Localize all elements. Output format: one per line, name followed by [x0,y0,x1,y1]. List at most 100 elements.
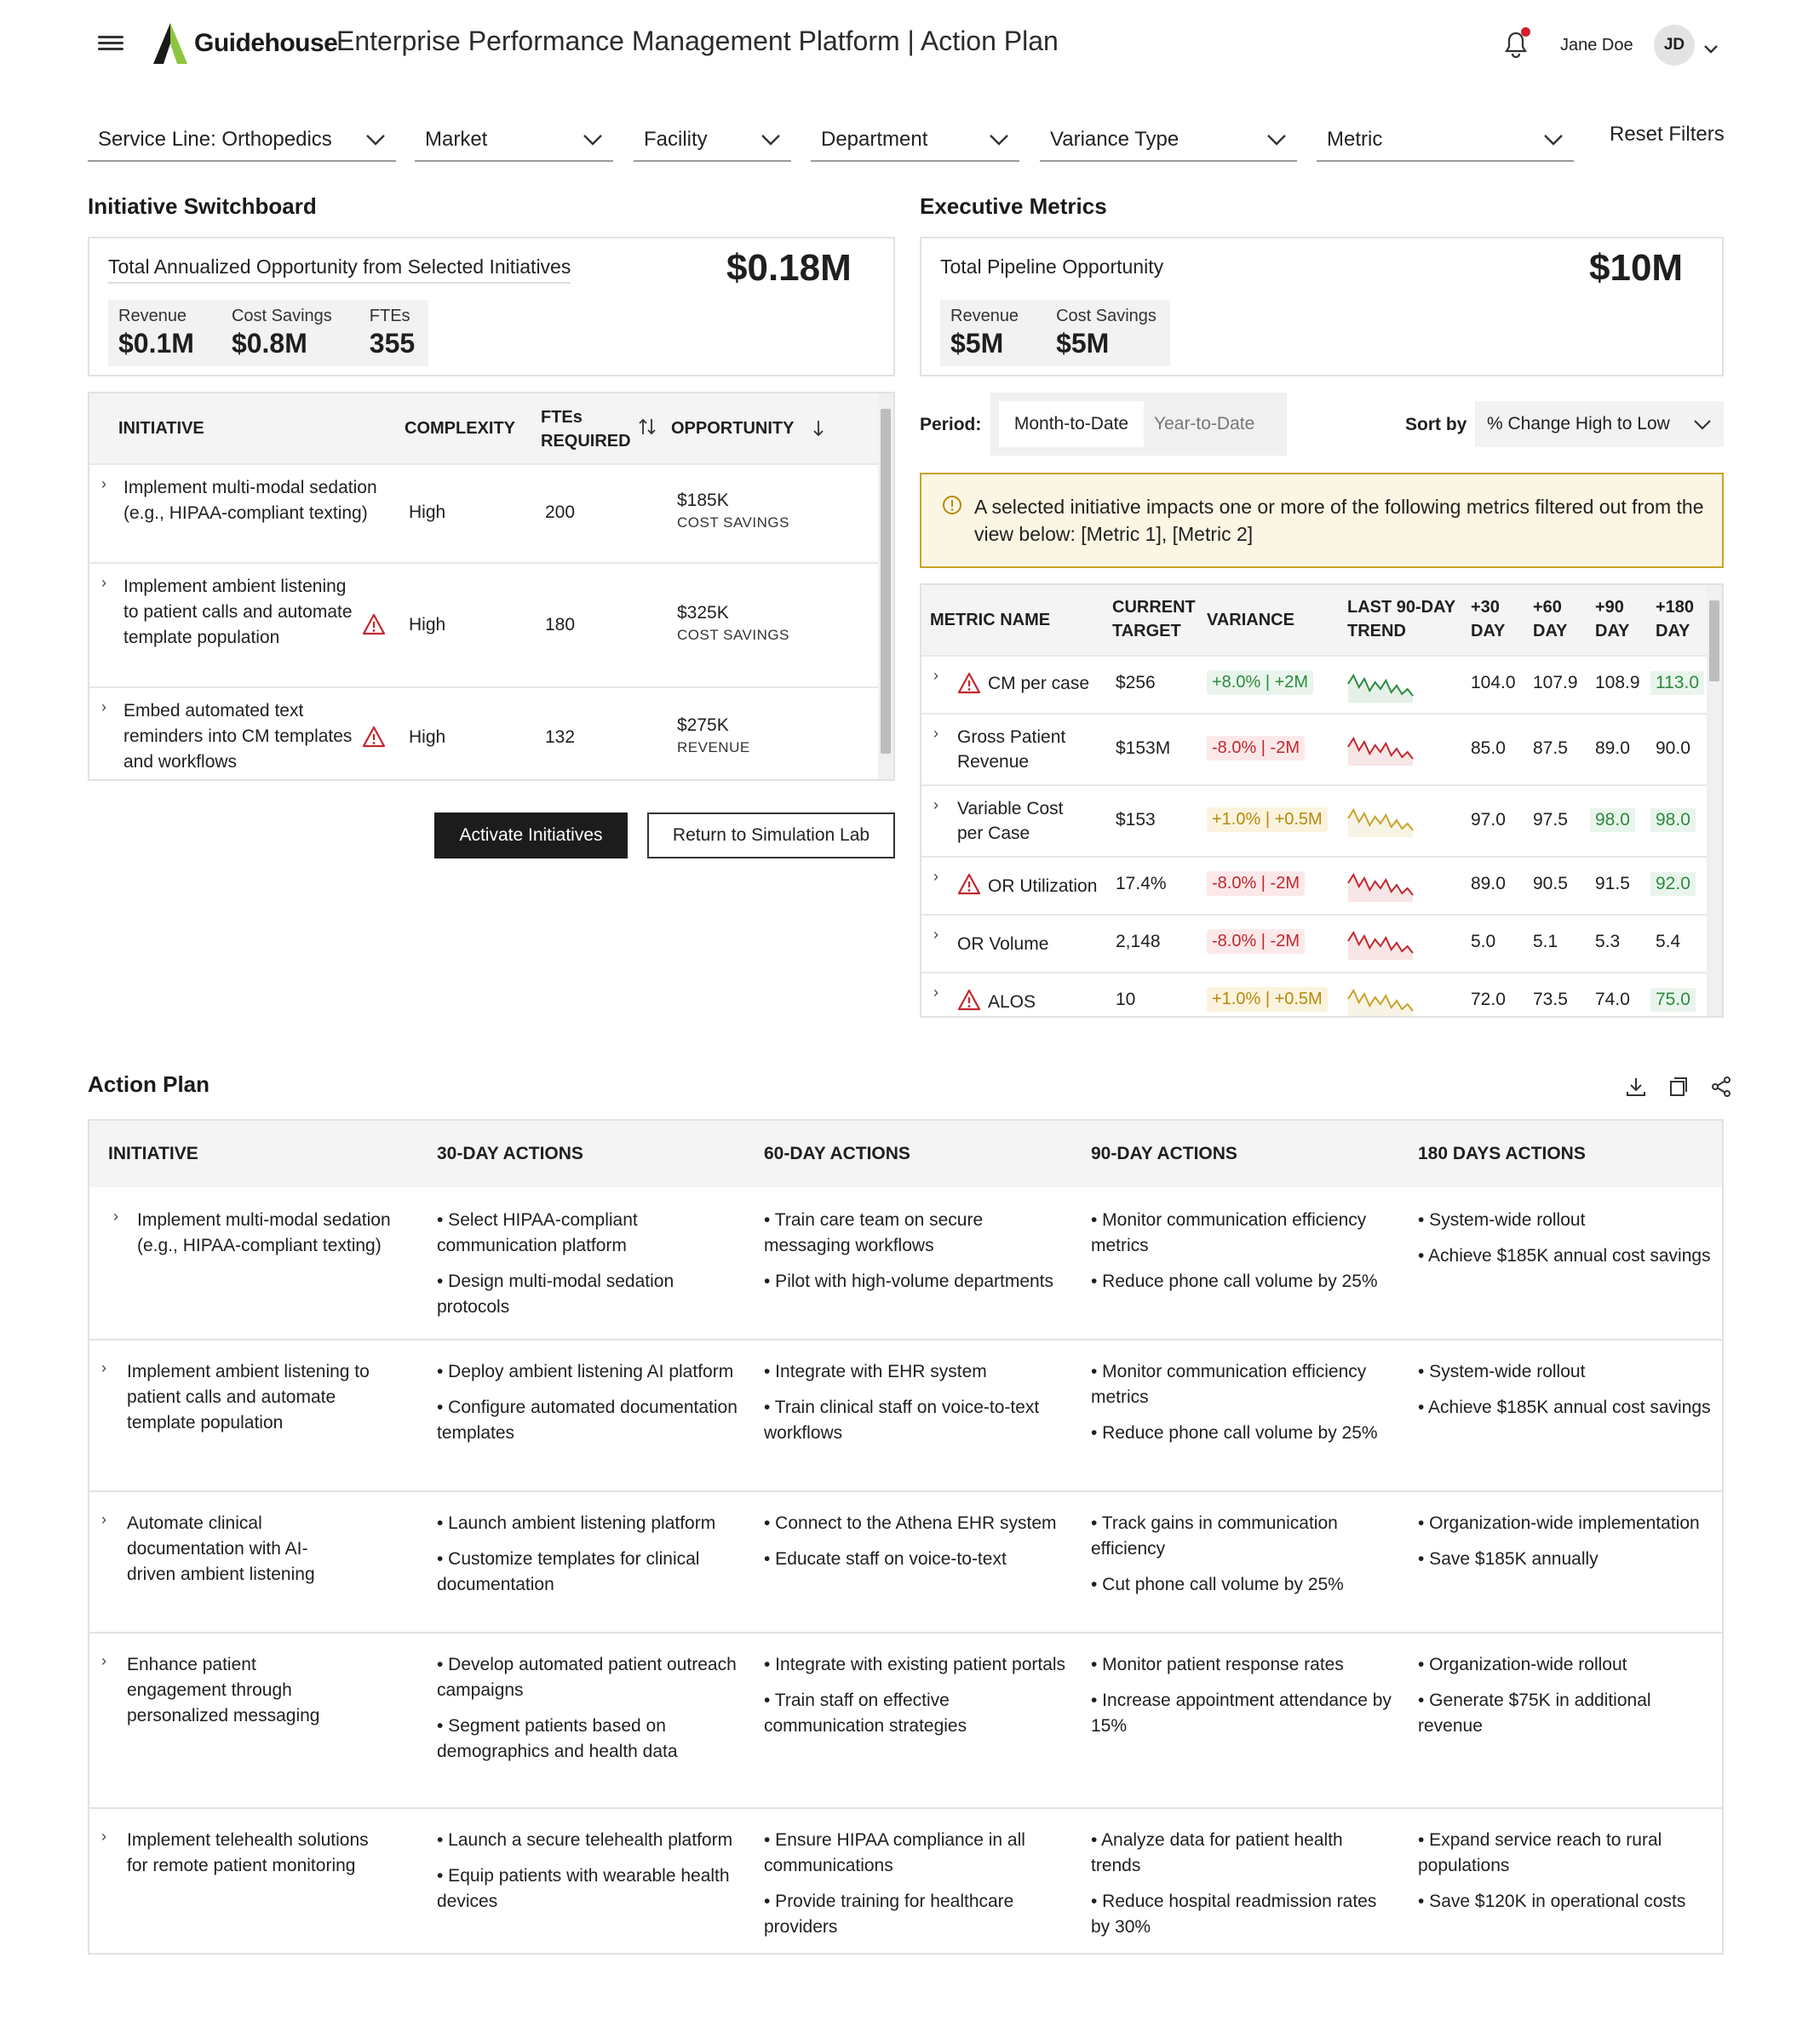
col-initiative[interactable]: INITIATIVE [118,419,204,439]
return-to-simulation-lab-button[interactable]: Return to Simulation Lab [647,812,895,858]
table-row[interactable]: › Automate clinical documentation with A… [89,1490,1722,1632]
chevron-right-icon[interactable]: › [933,725,938,743]
col-opportunity[interactable]: OPPORTUNITY [671,419,794,439]
col-plus-30-day[interactable]: +30 DAY [1471,595,1522,643]
chevron-right-icon[interactable]: › [101,1652,106,1670]
filter-service-line[interactable]: Service Line: Orthopedics [88,119,396,162]
user-name[interactable]: Jane Doe [1560,36,1633,55]
forecast-90: 108.9 [1595,673,1640,692]
share-icon[interactable] [1709,1075,1733,1099]
chevron-down-icon [990,135,1008,146]
chevron-right-icon[interactable]: › [101,1359,106,1377]
col-metric-name[interactable]: METRIC NAME [930,608,1050,632]
sort-by-select[interactable]: % Change High to Low [1475,401,1724,447]
trend-sparkline [1347,988,1414,1016]
table-row[interactable]: › Embed automated text reminders into CM… [89,686,880,779]
brand-name: Guidehouse [194,29,338,57]
alert-text: A selected initiative impacts one or mor… [974,496,1704,545]
chevron-right-icon[interactable]: › [101,1511,106,1529]
chevron-right-icon[interactable]: › [101,698,106,716]
col-variance[interactable]: VARIANCE [1207,608,1294,632]
chevron-right-icon[interactable]: › [113,1208,118,1226]
complexity: High [409,615,446,634]
filter-market[interactable]: Market [415,119,613,162]
forecast-30: 89.0 [1471,874,1506,893]
table-row[interactable]: › OR Volume 2,148 -8.0% | -2M 5.0 5.1 5.… [921,914,1708,972]
chevron-right-icon[interactable]: › [933,926,938,944]
table-row[interactable]: › Implement multi-modal sedation (e.g., … [89,1187,1722,1339]
chevron-right-icon[interactable]: › [933,984,938,1002]
sort-icon[interactable] [637,417,657,441]
chevron-right-icon[interactable]: › [101,1828,106,1846]
download-icon[interactable] [1624,1075,1648,1099]
chevron-right-icon[interactable]: › [101,574,106,592]
chevron-down-icon [366,135,385,146]
filter-facility[interactable]: Facility [634,119,791,162]
filter-variance-type[interactable]: Variance Type [1040,119,1297,162]
table-row[interactable]: › Implement multi-modal sedation (e.g., … [89,463,880,562]
forecast-180: 5.4 [1656,932,1681,951]
period-month-to-date[interactable]: Month-to-Date [999,401,1144,447]
col-plus-60-day[interactable]: +60 DAY [1533,595,1584,643]
col-ftes-required[interactable]: FTEs REQUIRED [541,405,634,453]
table-row[interactable]: › ALOS 10 +1.0% | +0.5M 72.0 73.5 74.0 7… [921,972,1708,1016]
metric-name: OR Volume [957,934,1049,954]
actions-180: • Organization-wide rollout • Generate $7… [1418,1655,1651,1736]
current-target: 17.4% [1116,874,1167,893]
info-icon [942,495,962,520]
filter-department[interactable]: Department [811,119,1019,162]
activate-initiatives-button[interactable]: Activate Initiatives [434,812,628,858]
chevron-right-icon[interactable]: › [933,868,938,886]
chevron-right-icon[interactable]: › [933,796,938,814]
actions-180: • System-wide rollout • Achieve $185K ann… [1418,1210,1711,1266]
scrollbar-thumb[interactable] [1709,600,1719,681]
notification-bell-icon[interactable] [1503,27,1530,60]
chevron-right-icon[interactable]: › [933,667,938,685]
table-row[interactable]: › Gross Patient Revenue $153M -8.0% | -2… [921,713,1708,784]
forecast-90: 91.5 [1595,874,1630,893]
scrollbar[interactable] [878,393,893,779]
chip-cost-savings: Cost Savings $5M [1056,307,1157,359]
summary-chips: Revenue $0.1M Cost Savings $0.8M FTEs 355 [108,300,429,366]
chevron-right-icon[interactable]: › [101,475,106,493]
scrollbar-thumb[interactable] [881,409,891,754]
chevron-down-icon [583,135,602,146]
copy-icon[interactable] [1667,1075,1690,1099]
metric-name: Gross Patient Revenue [957,727,1066,772]
initiative-name: Implement ambient listening to patient c… [123,577,353,647]
table-row[interactable]: › Implement ambient listening to patient… [89,562,880,686]
col-last-90-day-trend[interactable]: LAST 90-DAY TREND [1347,595,1458,643]
summary-label: Total Annualized Opportunity from Select… [108,256,571,284]
actions-30: • Develop automated patient outreach cam… [437,1655,737,1761]
forecast-90: 98.0 [1590,808,1635,832]
col-plus-180-day[interactable]: +180 DAY [1656,595,1707,643]
warning-icon [362,613,387,637]
action-plan-title: Action Plan [88,1071,210,1097]
col-complexity[interactable]: COMPLEXITY [405,419,515,439]
period-year-to-date[interactable]: Year-to-Date [1154,401,1254,447]
chevron-down-icon[interactable] [1703,37,1719,60]
table-row[interactable]: › Enhance patient engagement through per… [89,1632,1722,1807]
table-row[interactable]: › OR Utilization 17.4% -8.0% | -2M 89.0 … [921,856,1708,914]
arrow-down-icon[interactable] [812,419,825,443]
warning-icon [957,989,981,1016]
col-plus-90-day[interactable]: +90 DAY [1595,595,1646,643]
actions-30: • Deploy ambient listening AI platform • … [437,1362,738,1443]
actions-90: • Monitor communication efficiency metri… [1091,1362,1378,1443]
notification-dot [1521,27,1530,37]
avatar[interactable]: JD [1654,25,1695,66]
table-row[interactable]: › Variable Cost per Case $153 +1.0% | +0… [921,784,1708,856]
opportunity: $325K COST SAVINGS [677,603,789,643]
table-row[interactable]: › CM per case $256 +8.0% | +2M 104.0 107… [921,655,1708,713]
table-row[interactable]: › Implement telehealth solutions for rem… [89,1807,1722,1955]
scrollbar[interactable] [1707,585,1722,1016]
table-row[interactable]: › Implement ambient listening to patient… [89,1339,1722,1490]
table-header: METRIC NAME CURRENT TARGET VARIANCE LAST… [921,585,1708,655]
forecast-180: 98.0 [1650,808,1696,832]
reset-filters-button[interactable]: Reset Filters [1610,123,1725,146]
variance-badge: +1.0% | +0.5M [1207,987,1328,1012]
filter-metric[interactable]: Metric [1317,119,1574,162]
chevron-down-icon [761,135,780,146]
menu-icon[interactable] [98,32,123,58]
col-current-target[interactable]: CURRENT TARGET [1112,595,1206,643]
